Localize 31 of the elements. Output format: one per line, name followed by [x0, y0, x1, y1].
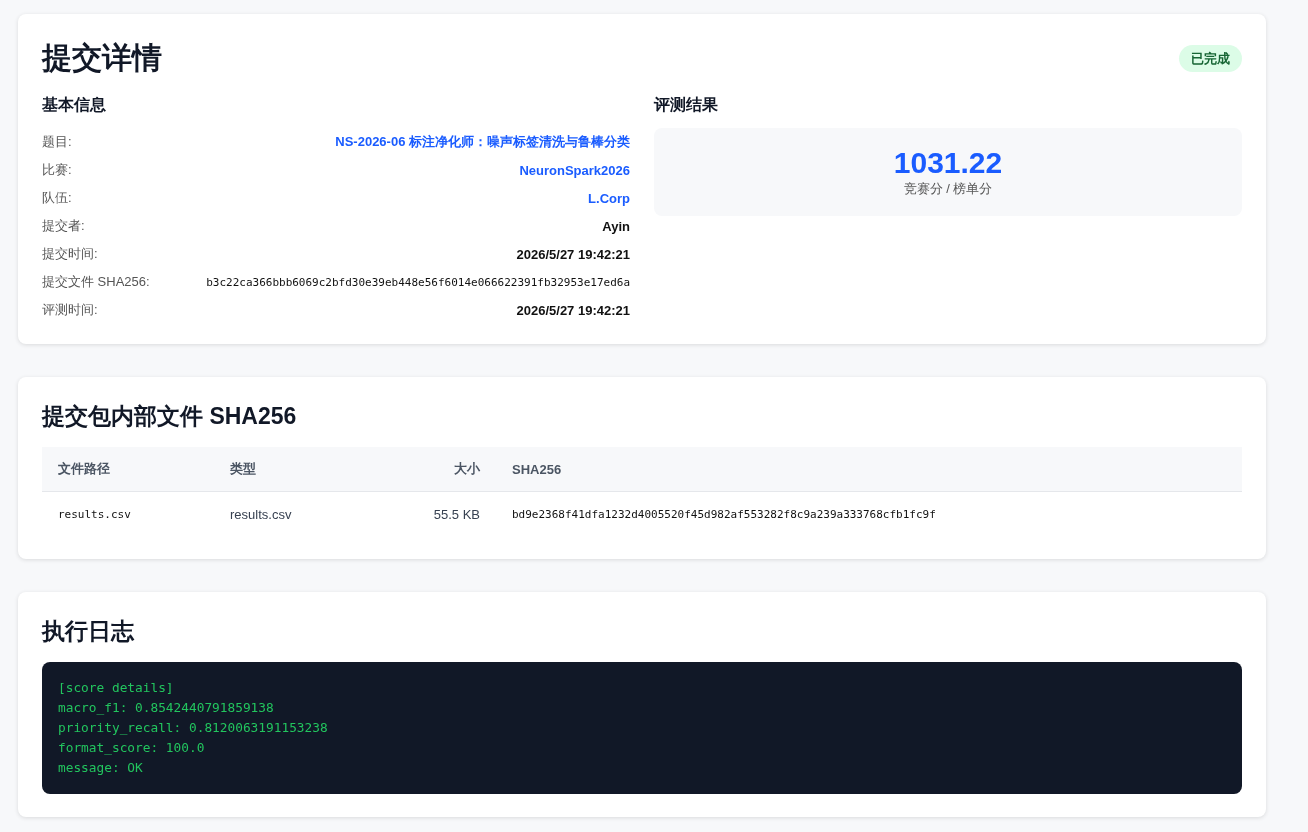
table-cell: bd9e2368f41dfa1232d4005520f45d982af553282f8c9a239a333768cfb1fc9f	[496, 491, 1242, 536]
score-caption: 竞赛分 / 榜单分	[903, 180, 993, 198]
section-title: 执行日志	[42, 617, 136, 646]
section-heading: 评测结果	[654, 95, 719, 115]
info-value: Ayin	[602, 218, 630, 234]
info-label: 提交者:	[42, 217, 85, 235]
column-header: 文件路径	[42, 447, 214, 492]
column-header: SHA256	[496, 447, 1242, 492]
column-header: 大小	[386, 447, 496, 492]
column-header: 类型	[214, 447, 386, 492]
section-heading: 基本信息	[42, 95, 107, 115]
hash-value: b3c22ca366bbb6069c2bfd30e39eb448e56f6014e066622391fb32953e17ed6a	[206, 275, 630, 289]
table-cell: results.csv	[214, 491, 386, 536]
info-label: 队伍:	[42, 189, 72, 207]
info-label: 比赛:	[42, 161, 72, 179]
info-label: 题目:	[42, 133, 72, 151]
table-cell: results.csv	[42, 491, 214, 536]
info-link[interactable]: NeuronSpark2026	[519, 162, 630, 178]
log-output: [score details] macro_f1: 0.8542440791859138 priority_recall: 0.8120063191153238 format_score: 100.0 message: OK	[42, 662, 1242, 794]
score-value: 1031.22	[893, 146, 1003, 180]
section-title: 提交包内部文件 SHA256	[42, 402, 298, 431]
info-value: 2026/5/27 19:42:21	[516, 302, 630, 318]
status-badge: 已完成	[1179, 44, 1242, 72]
info-link[interactable]: NS-2026-06 标注净化师：噪声标签清洗与鲁棒分类	[335, 133, 630, 151]
page-title: 提交详情	[42, 40, 162, 76]
info-label: 评测时间:	[42, 301, 98, 319]
info-link[interactable]: L.Corp	[588, 190, 630, 206]
info-label: 提交时间:	[42, 245, 98, 263]
table-cell: 55.5 KB	[386, 491, 496, 536]
info-value: 2026/5/27 19:42:21	[516, 246, 630, 262]
info-label: 提交文件 SHA256:	[42, 273, 150, 291]
